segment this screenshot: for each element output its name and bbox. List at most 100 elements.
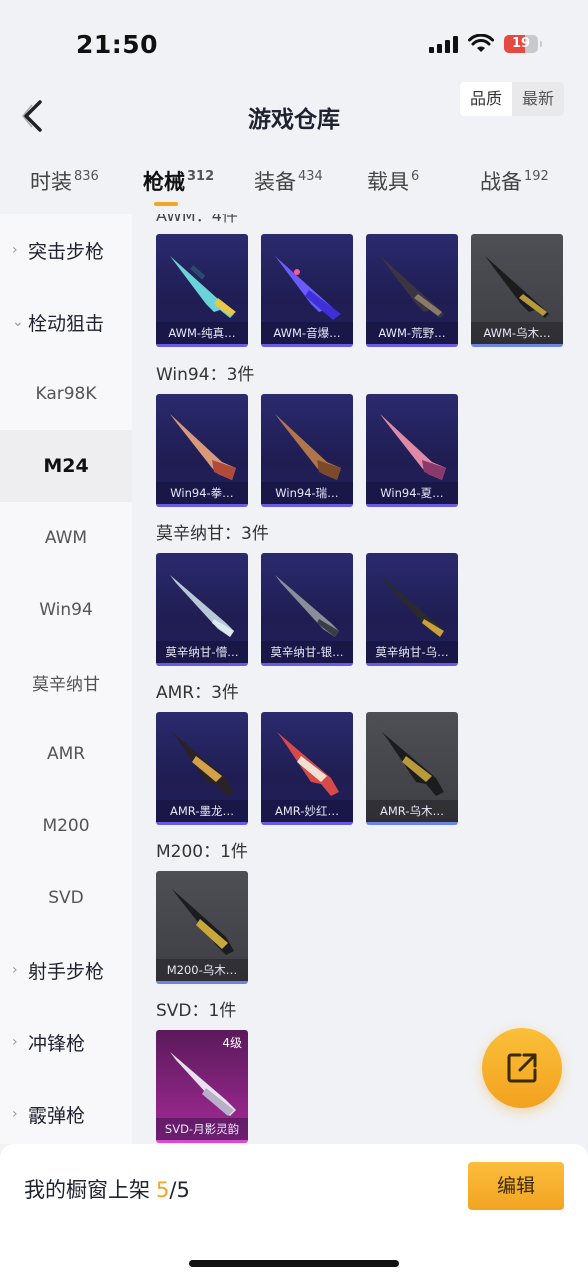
weapon-card-label: Win94-瑞… xyxy=(261,482,353,504)
tab-label: 载具 xyxy=(367,170,409,194)
weapon-card-label: AMR-墨龙… xyxy=(156,800,248,822)
wifi-icon xyxy=(468,34,494,52)
sidebar-item-bolt-action[interactable]: ⌄ 栓动狙击 xyxy=(0,286,132,358)
weapon-card[interactable]: AWM-乌木… xyxy=(471,234,563,347)
status-bar: 21:50 19 xyxy=(0,0,588,80)
open-external-button[interactable] xyxy=(482,1028,562,1108)
edit-button[interactable]: 编辑 xyxy=(468,1162,564,1210)
rifle-icon xyxy=(275,414,341,480)
weapon-card[interactable]: AMR-妙红… xyxy=(261,712,353,825)
weapon-card[interactable]: Win94-夏… xyxy=(366,394,458,507)
sidebar-item-marksman-rifles[interactable]: › 射手步枪 xyxy=(0,934,132,1006)
weapon-card[interactable]: 莫辛纳甘-懵… xyxy=(156,553,248,666)
section-label-m200: M200：1件 xyxy=(156,842,248,862)
tab-count: 434 xyxy=(298,169,323,184)
tab-count: 6 xyxy=(411,169,420,184)
tab-count: 836 xyxy=(74,169,99,184)
rifle-icon xyxy=(380,414,446,480)
sort-toggle: 品质 最新 xyxy=(460,82,564,116)
sidebar-item-assault-rifles[interactable]: › 突击步枪 xyxy=(0,214,132,286)
sidebar-item-svd[interactable]: SVD xyxy=(0,862,132,934)
tab-label: 战备 xyxy=(480,170,522,194)
active-tab-indicator xyxy=(154,202,178,206)
sidebar-item-shotguns[interactable]: › 霰弹枪 xyxy=(0,1078,132,1144)
rifle-icon xyxy=(170,256,236,318)
sidebar-item-kar98k[interactable]: Kar98K xyxy=(0,358,132,430)
weapon-card[interactable]: AWM-纯真… xyxy=(156,234,248,347)
sidebar-item-label: 射手步枪 xyxy=(28,960,105,983)
weapon-card-label: 莫辛纳甘-乌… xyxy=(366,641,458,663)
sidebar-item-awm[interactable]: AWM xyxy=(0,502,132,574)
sort-quality-button[interactable]: 品质 xyxy=(460,82,512,116)
weapon-card-label: 莫辛纳甘-懵… xyxy=(156,641,248,663)
showcase-bar: 我的橱窗上架 5/5 编辑 xyxy=(0,1144,588,1280)
sidebar-item-label: 霰弹枪 xyxy=(28,1104,86,1127)
rifle-icon xyxy=(277,732,339,796)
battery-level: 19 xyxy=(511,36,531,51)
showcase-total-count: /5 xyxy=(169,1178,190,1202)
weapon-card[interactable]: AWM-音爆… xyxy=(261,234,353,347)
showcase-current-count: 5 xyxy=(156,1178,170,1202)
status-time: 21:50 xyxy=(76,30,159,59)
weapon-card-label: AWM-音爆… xyxy=(261,322,353,344)
sidebar-item-mosin[interactable]: 莫辛纳甘 xyxy=(0,646,132,718)
status-icons: 19 xyxy=(429,34,542,54)
rifle-icon xyxy=(380,256,444,318)
weapon-card-label: 莫辛纳甘-银… xyxy=(261,641,353,663)
weapon-grid: AWM：4件 AWM-纯真… AWM-音爆… AWM-荒野… AWM-乌木… W… xyxy=(132,214,588,1144)
section-label-win94: Win94：3件 xyxy=(156,365,255,385)
sort-latest-button[interactable]: 最新 xyxy=(512,82,564,116)
sidebar-item-m24[interactable]: M24 xyxy=(0,430,132,502)
weapon-card[interactable]: AWM-荒野… xyxy=(366,234,458,347)
grade-badge: 4级 xyxy=(222,1036,242,1050)
sidebar-item-label: 栓动狙击 xyxy=(28,312,105,335)
weapon-card[interactable]: Win94-瑞… xyxy=(261,394,353,507)
weapon-card[interactable]: Win94-拳… xyxy=(156,394,248,507)
weapon-card-label: Win94-夏… xyxy=(366,482,458,504)
rifle-icon xyxy=(170,575,234,637)
sidebar-item-label: 突击步枪 xyxy=(28,240,105,263)
section-label-mosin: 莫辛纳甘：3件 xyxy=(156,524,269,544)
rifle-icon xyxy=(172,732,234,796)
chevron-right-icon: › xyxy=(12,962,18,978)
rifle-icon xyxy=(382,732,444,796)
weapon-card-label: AMR-乌木… xyxy=(366,800,458,822)
weapon-card-label: AWM-纯真… xyxy=(156,322,248,344)
tab-vehicles[interactable]: 载具 6 xyxy=(367,166,419,196)
rifle-icon xyxy=(275,575,339,637)
weapon-card[interactable]: AMR-乌木… xyxy=(366,712,458,825)
weapon-card[interactable]: 莫辛纳甘-银… xyxy=(261,553,353,666)
weapon-card-label: SVD-月影灵韵 xyxy=(156,1118,248,1140)
nav-header: 游戏仓库 品质 最新 xyxy=(0,80,588,152)
sidebar-item-win94[interactable]: Win94 xyxy=(0,574,132,646)
weapon-card[interactable]: 4级 SVD-月影灵韵 xyxy=(156,1030,248,1143)
section-label-amr: AMR：3件 xyxy=(156,683,239,703)
weapon-card[interactable]: AMR-墨龙… xyxy=(156,712,248,825)
tab-fashion[interactable]: 时装 836 xyxy=(30,166,99,196)
weapon-card-label: AWM-荒野… xyxy=(366,322,458,344)
chevron-right-icon: › xyxy=(12,1106,18,1122)
tab-equipment[interactable]: 装备 434 xyxy=(254,166,323,196)
tab-count: 192 xyxy=(524,169,549,184)
category-tabs: 时装 836 枪械 312 装备 434 载具 6 战备 192 xyxy=(0,152,588,214)
sidebar-item-amr[interactable]: AMR xyxy=(0,718,132,790)
sidebar-item-label: 冲锋枪 xyxy=(28,1032,86,1055)
chevron-right-icon: › xyxy=(12,1034,18,1050)
rifle-icon xyxy=(275,256,341,320)
tab-label: 枪械 xyxy=(143,170,185,194)
rifle-icon xyxy=(172,889,234,955)
home-indicator[interactable] xyxy=(189,1260,399,1267)
weapon-card-label: Win94-拳… xyxy=(156,482,248,504)
tab-combat-gear[interactable]: 战备 192 xyxy=(480,166,549,196)
section-label-svd: SVD：1件 xyxy=(156,1001,237,1021)
chevron-right-icon: › xyxy=(12,242,18,258)
tab-guns[interactable]: 枪械 312 xyxy=(143,166,214,196)
section-label-awm: AWM：4件 xyxy=(156,214,238,225)
showcase-label: 我的橱窗上架 xyxy=(24,1178,150,1202)
sidebar-item-m200[interactable]: M200 xyxy=(0,790,132,862)
sidebar-item-smg[interactable]: › 冲锋枪 xyxy=(0,1006,132,1078)
weapon-card[interactable]: M200-乌木… xyxy=(156,871,248,984)
battery-icon: 19 xyxy=(504,35,542,53)
showcase-status: 我的橱窗上架 5/5 xyxy=(24,1174,190,1204)
weapon-card[interactable]: 莫辛纳甘-乌… xyxy=(366,553,458,666)
